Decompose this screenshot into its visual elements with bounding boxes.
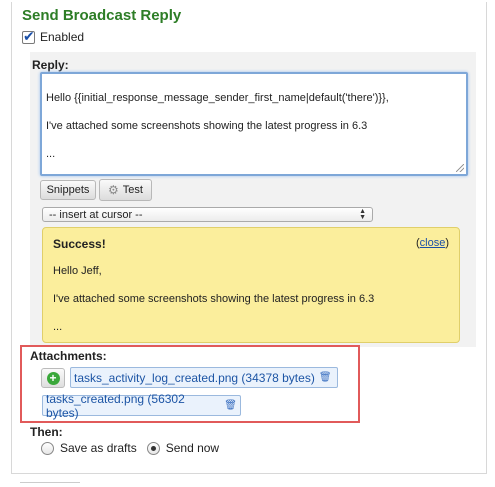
success-message: Success! (close) Hello Jeff, I've attach…: [42, 227, 460, 343]
send-now-label: Send now: [165, 441, 220, 455]
gear-icon: ⚙: [108, 183, 119, 197]
select-arrows-icon: ▲ ▼: [359, 207, 366, 221]
enabled-toggle[interactable]: ✔ Enabled: [22, 27, 85, 44]
attachment-name: tasks_activity_log_created.png (34378 by…: [74, 370, 315, 385]
save-as-drafts-radio[interactable]: [41, 441, 54, 455]
send-now-radio[interactable]: [146, 441, 160, 455]
snippets-button[interactable]: Snippets: [40, 180, 96, 200]
then-options: Save as drafts Send now: [41, 441, 229, 455]
close-link[interactable]: close: [420, 237, 446, 249]
add-attachment-button[interactable]: +: [41, 368, 65, 388]
attachment-item[interactable]: tasks_activity_log_created.png (34378 by…: [70, 367, 338, 388]
save-as-drafts-label: Save as drafts: [60, 441, 137, 455]
section-title: Send Broadcast Reply: [22, 7, 182, 24]
attachments-label: Attachments:: [30, 349, 107, 363]
reply-textarea[interactable]: Hello {{initial_response_message_sender_…: [40, 72, 468, 176]
trash-icon[interactable]: 🗑: [319, 372, 332, 383]
attachment-name: tasks_created.png (56302 bytes): [46, 391, 185, 420]
enabled-label: Enabled: [40, 30, 85, 44]
success-body: Hello Jeff, I've attached some screensho…: [53, 265, 375, 333]
close-link-wrapper: (close): [415, 237, 449, 249]
insert-at-cursor-select[interactable]: -- insert at cursor -- ▲ ▼: [42, 207, 373, 222]
checkmark-icon: ✔: [23, 27, 35, 44]
snippets-label: Snippets: [46, 184, 90, 196]
reply-text: Hello {{initial_response_message_sender_…: [46, 92, 389, 160]
success-title: Success!: [53, 237, 106, 251]
enabled-checkbox[interactable]: ✔: [22, 27, 35, 44]
send-now-option[interactable]: Send now: [146, 441, 220, 455]
then-label: Then:: [30, 425, 63, 439]
reply-label: Reply:: [32, 58, 69, 72]
divider: [20, 482, 80, 483]
resize-grip-icon[interactable]: [456, 164, 464, 172]
test-label: Test: [122, 184, 143, 196]
insert-select-value: -- insert at cursor --: [49, 208, 143, 221]
attachment-item[interactable]: tasks_created.png (56302 bytes) 🗑: [42, 392, 241, 420]
plus-icon: +: [46, 371, 60, 385]
save-as-drafts-option[interactable]: Save as drafts: [41, 441, 137, 455]
trash-icon[interactable]: 🗑: [224, 400, 237, 411]
test-button[interactable]: ⚙ Test: [99, 179, 152, 201]
